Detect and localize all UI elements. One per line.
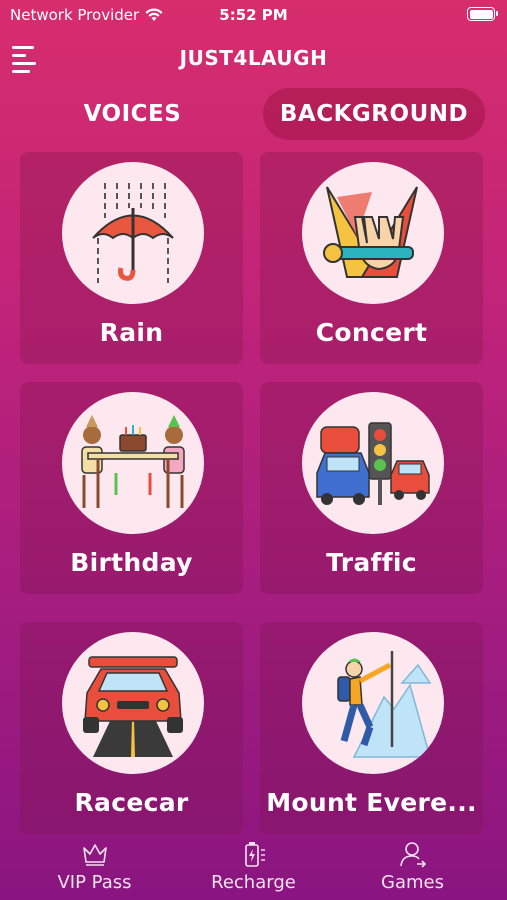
sound-card-traffic[interactable]: Traffic [260,382,483,594]
bottom-nav: VIP Pass Recharge Games [0,836,507,900]
umbrella-rain-icon [92,183,174,283]
nav-label: VIP Pass [57,872,132,893]
racecar-icon [83,656,183,757]
card-label: Traffic [326,548,417,577]
nav-label: Recharge [211,872,296,893]
tab-background[interactable]: BACKGROUND [263,88,485,140]
user-switch-icon [399,842,426,868]
sound-card-mount-everest[interactable]: Mount Evere... [260,622,483,834]
nav-recharge[interactable]: Recharge [169,836,338,900]
card-label: Rain [99,318,164,347]
card-image [62,162,204,304]
app-header: JUST4LAUGH [0,38,507,78]
tab-bar: VOICES BACKGROUND [0,88,507,140]
sound-card-concert[interactable]: Concert [260,152,483,364]
status-time: 5:52 PM [219,6,288,24]
birthday-party-icon [81,415,185,508]
card-label: Birthday [70,548,193,577]
tab-voices[interactable]: VOICES [55,88,210,140]
status-bar: Network Provider 5:52 PM [0,0,507,30]
battery-charge-icon [244,842,265,867]
sound-card-racecar[interactable]: Racecar [20,622,243,834]
nav-games[interactable]: Games [328,836,497,900]
sound-card-birthday[interactable]: Birthday [20,382,243,594]
card-label: Mount Evere... [266,788,477,817]
card-image [302,392,444,534]
card-image [302,162,444,304]
app-title: JUST4LAUGH [179,46,328,70]
card-image [62,392,204,534]
nav-vip-pass[interactable]: VIP Pass [10,836,179,900]
concert-microphone-icon [323,186,418,278]
card-label: Concert [315,318,428,347]
card-image [62,632,204,774]
sound-card-rain[interactable]: Rain [20,152,243,364]
card-image [302,632,444,774]
nav-label: Games [381,872,444,893]
traffic-jam-icon [316,422,430,505]
battery-icon [467,7,498,21]
crown-icon [82,844,107,866]
card-label: Racecar [74,788,189,817]
mountain-climber-icon [337,651,432,758]
